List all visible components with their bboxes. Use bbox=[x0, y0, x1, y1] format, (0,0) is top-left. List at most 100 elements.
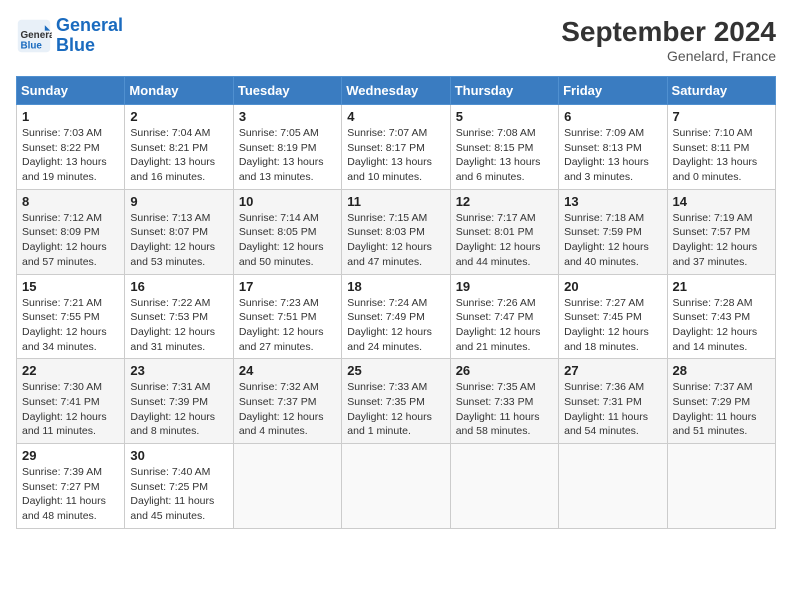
sunset: Sunset: 7:53 PM bbox=[130, 310, 227, 325]
sunrise: Sunrise: 7:31 AM bbox=[130, 380, 227, 395]
sunrise: Sunrise: 7:28 AM bbox=[673, 296, 770, 311]
day-info: Sunrise: 7:12 AM Sunset: 8:09 PM Dayligh… bbox=[22, 211, 119, 270]
sunrise: Sunrise: 7:18 AM bbox=[564, 211, 661, 226]
calendar-cell: 1 Sunrise: 7:03 AM Sunset: 8:22 PM Dayli… bbox=[17, 105, 125, 190]
sunrise: Sunrise: 7:05 AM bbox=[239, 126, 336, 141]
daylight: Daylight: 11 hours and 58 minutes. bbox=[456, 410, 553, 439]
day-number: 13 bbox=[564, 194, 661, 209]
daylight: Daylight: 12 hours and 53 minutes. bbox=[130, 240, 227, 269]
calendar-cell: 11 Sunrise: 7:15 AM Sunset: 8:03 PM Dayl… bbox=[342, 189, 450, 274]
daylight: Daylight: 13 hours and 0 minutes. bbox=[673, 155, 770, 184]
sunrise: Sunrise: 7:13 AM bbox=[130, 211, 227, 226]
day-number: 29 bbox=[22, 448, 119, 463]
calendar-cell bbox=[233, 444, 341, 529]
sunrise: Sunrise: 7:39 AM bbox=[22, 465, 119, 480]
day-number: 5 bbox=[456, 109, 553, 124]
sunset: Sunset: 7:49 PM bbox=[347, 310, 444, 325]
calendar-cell: 12 Sunrise: 7:17 AM Sunset: 8:01 PM Dayl… bbox=[450, 189, 558, 274]
location: Genelard, France bbox=[561, 48, 776, 64]
logo-general: General bbox=[56, 15, 123, 35]
calendar-cell: 30 Sunrise: 7:40 AM Sunset: 7:25 PM Dayl… bbox=[125, 444, 233, 529]
header-monday: Monday bbox=[125, 77, 233, 105]
day-info: Sunrise: 7:03 AM Sunset: 8:22 PM Dayligh… bbox=[22, 126, 119, 185]
sunset: Sunset: 8:05 PM bbox=[239, 225, 336, 240]
sunset: Sunset: 8:19 PM bbox=[239, 141, 336, 156]
day-info: Sunrise: 7:09 AM Sunset: 8:13 PM Dayligh… bbox=[564, 126, 661, 185]
sunrise: Sunrise: 7:15 AM bbox=[347, 211, 444, 226]
daylight: Daylight: 13 hours and 16 minutes. bbox=[130, 155, 227, 184]
daylight: Daylight: 12 hours and 44 minutes. bbox=[456, 240, 553, 269]
day-number: 27 bbox=[564, 363, 661, 378]
day-number: 28 bbox=[673, 363, 770, 378]
calendar-cell: 29 Sunrise: 7:39 AM Sunset: 7:27 PM Dayl… bbox=[17, 444, 125, 529]
svg-text:General: General bbox=[21, 30, 53, 41]
daylight: Daylight: 12 hours and 18 minutes. bbox=[564, 325, 661, 354]
daylight: Daylight: 12 hours and 57 minutes. bbox=[22, 240, 119, 269]
day-info: Sunrise: 7:23 AM Sunset: 7:51 PM Dayligh… bbox=[239, 296, 336, 355]
calendar-header: Sunday Monday Tuesday Wednesday Thursday… bbox=[17, 77, 776, 105]
day-number: 2 bbox=[130, 109, 227, 124]
day-number: 24 bbox=[239, 363, 336, 378]
daylight: Daylight: 12 hours and 47 minutes. bbox=[347, 240, 444, 269]
sunrise: Sunrise: 7:24 AM bbox=[347, 296, 444, 311]
sunset: Sunset: 8:15 PM bbox=[456, 141, 553, 156]
day-info: Sunrise: 7:31 AM Sunset: 7:39 PM Dayligh… bbox=[130, 380, 227, 439]
sunrise: Sunrise: 7:33 AM bbox=[347, 380, 444, 395]
day-info: Sunrise: 7:05 AM Sunset: 8:19 PM Dayligh… bbox=[239, 126, 336, 185]
day-number: 3 bbox=[239, 109, 336, 124]
sunset: Sunset: 7:57 PM bbox=[673, 225, 770, 240]
day-info: Sunrise: 7:14 AM Sunset: 8:05 PM Dayligh… bbox=[239, 211, 336, 270]
calendar-cell: 19 Sunrise: 7:26 AM Sunset: 7:47 PM Dayl… bbox=[450, 274, 558, 359]
calendar-cell: 21 Sunrise: 7:28 AM Sunset: 7:43 PM Dayl… bbox=[667, 274, 775, 359]
sunrise: Sunrise: 7:08 AM bbox=[456, 126, 553, 141]
day-number: 20 bbox=[564, 279, 661, 294]
day-info: Sunrise: 7:13 AM Sunset: 8:07 PM Dayligh… bbox=[130, 211, 227, 270]
day-number: 18 bbox=[347, 279, 444, 294]
day-info: Sunrise: 7:27 AM Sunset: 7:45 PM Dayligh… bbox=[564, 296, 661, 355]
daylight: Daylight: 13 hours and 6 minutes. bbox=[456, 155, 553, 184]
daylight: Daylight: 12 hours and 37 minutes. bbox=[673, 240, 770, 269]
calendar-cell: 22 Sunrise: 7:30 AM Sunset: 7:41 PM Dayl… bbox=[17, 359, 125, 444]
sunset: Sunset: 7:27 PM bbox=[22, 480, 119, 495]
logo-blue: Blue bbox=[56, 35, 95, 55]
day-info: Sunrise: 7:26 AM Sunset: 7:47 PM Dayligh… bbox=[456, 296, 553, 355]
sunset: Sunset: 7:39 PM bbox=[130, 395, 227, 410]
day-info: Sunrise: 7:33 AM Sunset: 7:35 PM Dayligh… bbox=[347, 380, 444, 439]
day-info: Sunrise: 7:36 AM Sunset: 7:31 PM Dayligh… bbox=[564, 380, 661, 439]
day-info: Sunrise: 7:28 AM Sunset: 7:43 PM Dayligh… bbox=[673, 296, 770, 355]
sunrise: Sunrise: 7:07 AM bbox=[347, 126, 444, 141]
day-info: Sunrise: 7:08 AM Sunset: 8:15 PM Dayligh… bbox=[456, 126, 553, 185]
day-info: Sunrise: 7:07 AM Sunset: 8:17 PM Dayligh… bbox=[347, 126, 444, 185]
calendar-row: 1 Sunrise: 7:03 AM Sunset: 8:22 PM Dayli… bbox=[17, 105, 776, 190]
day-info: Sunrise: 7:21 AM Sunset: 7:55 PM Dayligh… bbox=[22, 296, 119, 355]
sunset: Sunset: 7:25 PM bbox=[130, 480, 227, 495]
calendar-cell bbox=[342, 444, 450, 529]
sunrise: Sunrise: 7:12 AM bbox=[22, 211, 119, 226]
sunset: Sunset: 7:51 PM bbox=[239, 310, 336, 325]
calendar-cell: 27 Sunrise: 7:36 AM Sunset: 7:31 PM Dayl… bbox=[559, 359, 667, 444]
calendar: Sunday Monday Tuesday Wednesday Thursday… bbox=[16, 76, 776, 529]
day-info: Sunrise: 7:17 AM Sunset: 8:01 PM Dayligh… bbox=[456, 211, 553, 270]
sunrise: Sunrise: 7:36 AM bbox=[564, 380, 661, 395]
daylight: Daylight: 12 hours and 27 minutes. bbox=[239, 325, 336, 354]
calendar-cell: 15 Sunrise: 7:21 AM Sunset: 7:55 PM Dayl… bbox=[17, 274, 125, 359]
day-info: Sunrise: 7:15 AM Sunset: 8:03 PM Dayligh… bbox=[347, 211, 444, 270]
svg-text:Blue: Blue bbox=[21, 40, 43, 51]
daylight: Daylight: 12 hours and 34 minutes. bbox=[22, 325, 119, 354]
sunset: Sunset: 7:43 PM bbox=[673, 310, 770, 325]
daylight: Daylight: 13 hours and 13 minutes. bbox=[239, 155, 336, 184]
calendar-cell: 2 Sunrise: 7:04 AM Sunset: 8:21 PM Dayli… bbox=[125, 105, 233, 190]
calendar-row: 8 Sunrise: 7:12 AM Sunset: 8:09 PM Dayli… bbox=[17, 189, 776, 274]
day-number: 7 bbox=[673, 109, 770, 124]
day-info: Sunrise: 7:35 AM Sunset: 7:33 PM Dayligh… bbox=[456, 380, 553, 439]
day-number: 23 bbox=[130, 363, 227, 378]
sunrise: Sunrise: 7:04 AM bbox=[130, 126, 227, 141]
sunset: Sunset: 7:29 PM bbox=[673, 395, 770, 410]
calendar-cell: 9 Sunrise: 7:13 AM Sunset: 8:07 PM Dayli… bbox=[125, 189, 233, 274]
day-headers-row: Sunday Monday Tuesday Wednesday Thursday… bbox=[17, 77, 776, 105]
daylight: Daylight: 12 hours and 21 minutes. bbox=[456, 325, 553, 354]
month-year: September 2024 bbox=[561, 16, 776, 48]
sunset: Sunset: 8:01 PM bbox=[456, 225, 553, 240]
daylight: Daylight: 12 hours and 8 minutes. bbox=[130, 410, 227, 439]
header-thursday: Thursday bbox=[450, 77, 558, 105]
